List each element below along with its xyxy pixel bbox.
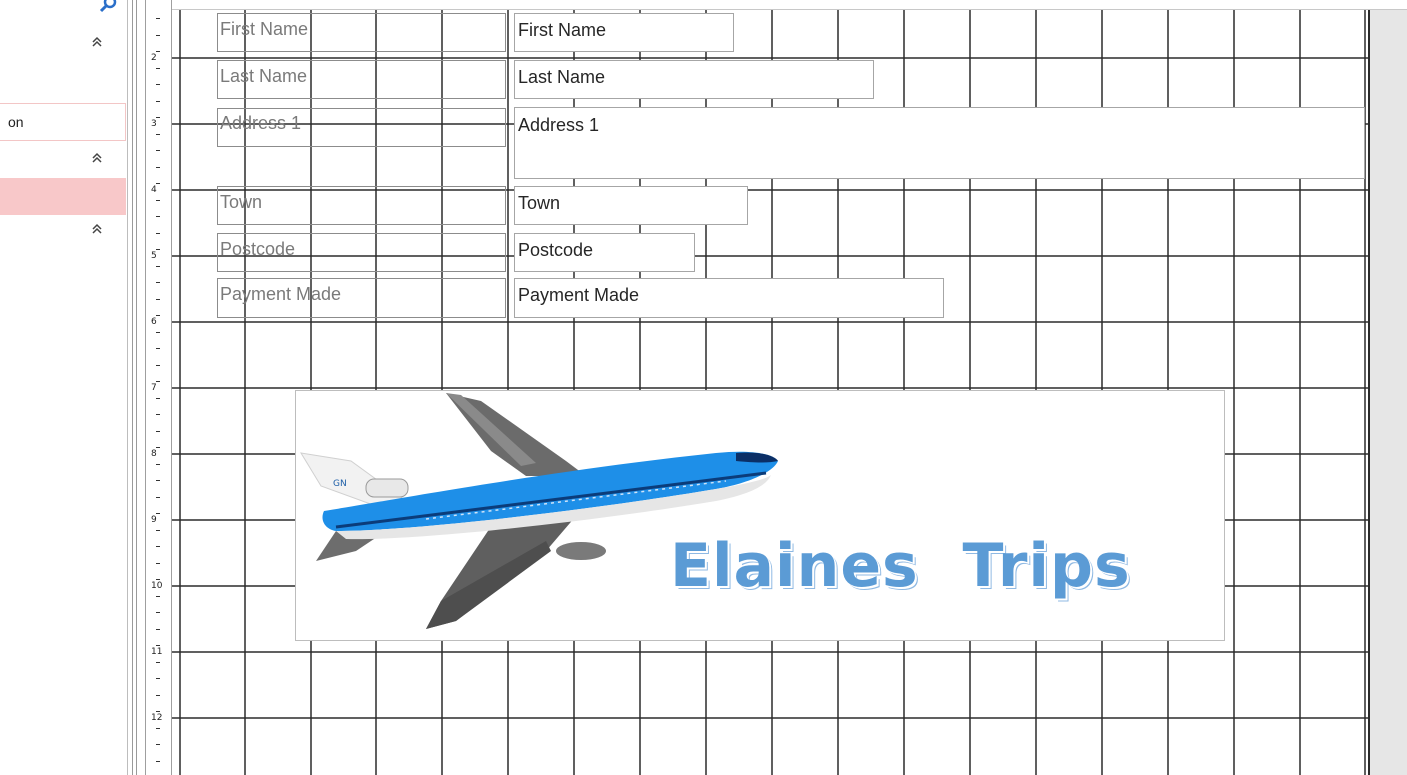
ruler-tick [156, 134, 160, 135]
ruler-tick [156, 464, 160, 465]
ruler-tick [156, 150, 160, 151]
textbox-town[interactable]: Town [514, 186, 748, 225]
ruler-number: 9 [151, 515, 157, 525]
label-first-name[interactable]: First Name [217, 13, 506, 52]
ruler-number: 5 [151, 251, 157, 261]
textbox-payment-made[interactable]: Payment Made [514, 278, 944, 318]
ruler-tick [156, 266, 160, 267]
ruler-number: 4 [151, 185, 157, 195]
search-button[interactable] [93, 0, 119, 18]
ruler-tick [156, 711, 160, 712]
property-row[interactable]: on [0, 103, 126, 141]
label-payment-made[interactable]: Payment Made [217, 278, 506, 318]
ruler-tick [156, 447, 160, 448]
svg-text:GN: GN [333, 479, 347, 489]
ruler-tick [156, 332, 160, 333]
pane-splitter[interactable] [127, 0, 146, 775]
ruler-tick [156, 216, 160, 217]
ruler-number: 3 [151, 119, 157, 129]
property-pane: on [0, 0, 127, 775]
ruler-tick [156, 233, 160, 234]
ruler-tick [156, 35, 160, 36]
ruler-tick [156, 398, 160, 399]
label-address1[interactable]: Address 1 [217, 108, 506, 147]
ruler-tick [156, 579, 160, 580]
ruler-tick [156, 596, 160, 597]
label-postcode[interactable]: Postcode [217, 233, 506, 272]
property-row-label: on [8, 114, 24, 130]
ruler-tick [156, 183, 160, 184]
ruler-tick [156, 645, 160, 646]
ruler-tick [156, 68, 160, 69]
ruler-tick [156, 117, 160, 118]
ruler-number: 10 [151, 581, 163, 591]
collapse-section-button[interactable] [90, 222, 104, 240]
canvas-right-margin [1368, 10, 1407, 775]
ruler-tick [156, 695, 160, 696]
ruler-tick [156, 761, 160, 762]
ruler-number: 7 [151, 383, 157, 393]
ruler-number: 6 [151, 317, 157, 327]
ruler-tick [156, 612, 160, 613]
ruler-tick [156, 365, 160, 366]
logo-image[interactable]: GN Elaines Trips [295, 390, 1225, 641]
ruler-tick [156, 315, 160, 316]
ruler-tick [156, 497, 160, 498]
textbox-first-name[interactable]: First Name [514, 13, 734, 52]
textbox-last-name[interactable]: Last Name [514, 60, 874, 99]
ruler-tick [156, 431, 160, 432]
ruler-tick [156, 348, 160, 349]
ruler-tick [156, 530, 160, 531]
ruler-tick [156, 546, 160, 547]
ruler-number: 12 [151, 713, 163, 723]
textbox-postcode[interactable]: Postcode [514, 233, 695, 272]
ruler-tick [156, 51, 160, 52]
form-design-surface[interactable]: First Name First Name Last Name Last Nam… [172, 10, 1368, 775]
ruler-tick [156, 414, 160, 415]
double-chevron-up-icon [92, 223, 102, 234]
ruler-tick [156, 249, 160, 250]
ruler-tick [156, 678, 160, 679]
ruler-tick [156, 480, 160, 481]
label-last-name[interactable]: Last Name [217, 60, 506, 99]
ruler-tick [156, 84, 160, 85]
ruler-tick [156, 282, 160, 283]
ruler-number: 2 [151, 53, 157, 63]
ruler-tick [156, 381, 160, 382]
ruler-tick [156, 513, 160, 514]
double-chevron-up-icon [92, 152, 102, 163]
double-chevron-up-icon [92, 36, 102, 47]
ruler-tick [156, 18, 160, 19]
ruler-number: 8 [151, 449, 157, 459]
vertical-ruler[interactable]: 2 3 4 5 6 7 8 9 10 11 12 [145, 0, 172, 775]
ruler-tick [156, 662, 160, 663]
ruler-tick [156, 629, 160, 630]
ruler-tick [156, 200, 160, 201]
airplane-icon: GN [300, 393, 778, 629]
ruler-tick [156, 728, 160, 729]
ruler-tick [156, 101, 160, 102]
collapse-section-button[interactable] [90, 35, 104, 53]
ruler-tick [156, 167, 160, 168]
collapse-section-button[interactable] [90, 151, 104, 169]
label-town[interactable]: Town [217, 186, 506, 225]
ruler-number: 11 [151, 647, 163, 657]
property-row-selected[interactable] [0, 178, 126, 215]
search-icon [99, 0, 117, 13]
ruler-tick [156, 563, 160, 564]
ruler-tick [156, 744, 160, 745]
ruler-tick [156, 299, 160, 300]
textbox-address1[interactable]: Address 1 [514, 107, 1365, 179]
logo-title: Elaines Trips [670, 531, 1131, 601]
